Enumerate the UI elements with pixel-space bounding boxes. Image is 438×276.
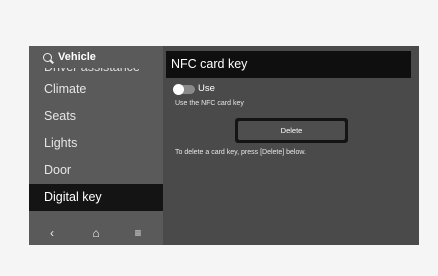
nfc-card-key-panel: NFC card key Use Use the NFC card key De… [166,51,411,245]
page-title: NFC card key [171,57,248,71]
use-toggle[interactable] [173,84,195,95]
sidebar-item-lights[interactable]: Lights [29,130,163,157]
bottom-nav-bar: ‹ ⌂ ≡ [29,221,163,245]
panel-title-bar: NFC card key [166,51,411,78]
back-icon[interactable]: ‹ [37,221,67,245]
sidebar-item-climate[interactable]: Climate [29,76,163,103]
home-icon[interactable]: ⌂ [81,221,111,245]
sidebar-item-seats[interactable]: Seats [29,103,163,130]
toggle-label: Use [198,83,215,94]
toggle-description: Use the NFC card key [175,100,244,107]
infotainment-screen: Vehicle Driver assistance Climate Seats … [29,46,419,245]
device-frame: Vehicle Driver assistance Climate Seats … [0,0,438,276]
sidebar-menu: Driver assistance Climate Seats Lights D… [29,62,163,211]
delete-button[interactable]: Delete [235,118,348,143]
search-icon[interactable] [43,53,52,62]
sidebar: Vehicle Driver assistance Climate Seats … [29,46,163,245]
sidebar-header[interactable]: Vehicle [29,46,163,68]
menu-icon[interactable]: ≡ [123,221,153,245]
sidebar-title: Vehicle [58,51,96,63]
sidebar-item-digital-key[interactable]: Digital key [29,184,163,211]
toggle-knob [173,84,184,95]
delete-description: To delete a card key, press [Delete] bel… [175,149,306,156]
sidebar-item-door[interactable]: Door [29,157,163,184]
delete-button-label: Delete [238,121,345,140]
